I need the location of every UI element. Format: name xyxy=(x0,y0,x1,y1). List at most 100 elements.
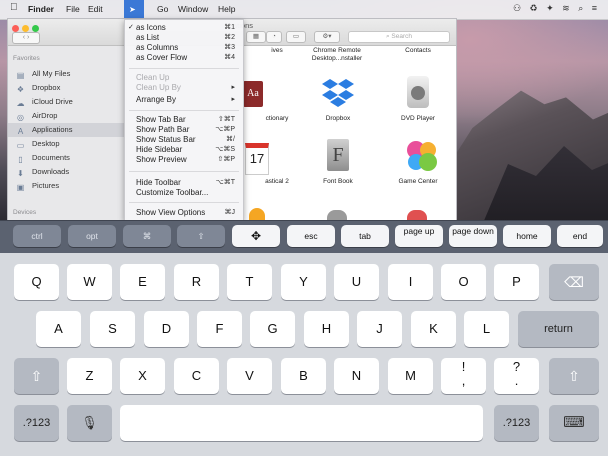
status-icons[interactable]: ⚇ ♻ ✦ ≋ ⌕ ≡ xyxy=(513,3,600,14)
menu-finder[interactable]: Finder xyxy=(28,4,54,14)
shift-key-right[interactable]: ⇧ xyxy=(549,358,599,394)
key-v[interactable]: V xyxy=(227,358,272,394)
command-key[interactable]: ⌘ xyxy=(123,225,171,247)
key-k[interactable]: K xyxy=(411,311,456,347)
key-c[interactable]: C xyxy=(174,358,219,394)
key-z[interactable]: Z xyxy=(67,358,112,394)
key-u[interactable]: U xyxy=(334,264,379,300)
lock-icon[interactable]: ◔ xyxy=(266,31,282,43)
checkmark-icon: ✓ xyxy=(128,24,134,31)
view-mode-icon[interactable]: ▦ xyxy=(246,31,266,43)
sidebar-item-documents[interactable]: ▯ Documents xyxy=(8,151,126,165)
key-d[interactable]: D xyxy=(144,311,189,347)
shift-toolbar-key[interactable]: ⇧ xyxy=(177,225,225,247)
page-up-key[interactable]: page up xyxy=(395,225,443,247)
menu-item-as-cover-flow[interactable]: as Cover Flow ⌘4 xyxy=(125,53,243,63)
hide-keyboard-icon[interactable]: ⌨ xyxy=(549,405,599,441)
key-g[interactable]: G xyxy=(250,311,295,347)
menu-item-hide-sidebar[interactable]: Hide Sidebar ⌥⌘S xyxy=(125,145,243,155)
sidebar-item-icloud-drive[interactable]: ☁ iCloud Drive xyxy=(8,95,126,109)
tag-icon[interactable]: ▭ xyxy=(286,31,306,43)
app-dropbox[interactable]: Dropbox xyxy=(298,115,378,123)
menu-item-arrange-by[interactable]: Arrange By ▸ xyxy=(125,95,243,105)
key-f[interactable]: F xyxy=(197,311,242,347)
key-j[interactable]: J xyxy=(357,311,402,347)
key-b[interactable]: B xyxy=(281,358,326,394)
end-key[interactable]: end xyxy=(557,225,603,247)
space-bar[interactable] xyxy=(120,405,483,441)
page-down-key[interactable]: page down xyxy=(449,225,497,247)
key-n[interactable]: N xyxy=(334,358,379,394)
calendar-icon: 17 xyxy=(245,143,269,175)
key-w[interactable]: W xyxy=(67,264,112,300)
menu-edit[interactable]: Edit xyxy=(88,4,103,14)
menu-item-show-path-bar[interactable]: Show Path Bar ⌥⌘P xyxy=(125,125,243,135)
menu-item-show-status-bar[interactable]: Show Status Bar ⌘/ xyxy=(125,135,243,145)
search-field[interactable]: ⌕ Search xyxy=(348,31,450,43)
numbers-key-right[interactable]: .?123 xyxy=(494,405,539,441)
menu-item-clean-up-by: Clean Up By ▸ xyxy=(136,83,235,92)
back-forward-buttons[interactable]: ‹ › xyxy=(12,32,40,44)
key-s[interactable]: S xyxy=(90,311,135,347)
app-game-center[interactable]: Game Center xyxy=(378,178,456,186)
ctrl-key[interactable]: ctrl xyxy=(13,225,61,247)
sidebar-item-downloads[interactable]: ⬇ Downloads xyxy=(8,165,126,179)
menu-item-as-list[interactable]: as List ⌘2 xyxy=(125,33,243,43)
delete-key[interactable]: ⌫ xyxy=(549,264,599,300)
key-r[interactable]: R xyxy=(174,264,219,300)
key-q[interactable]: Q xyxy=(14,264,59,300)
dropbox-app-icon xyxy=(321,77,355,109)
menu-item-show-preview[interactable]: Show Preview ⇧⌘P xyxy=(125,155,243,165)
key-m[interactable]: M xyxy=(388,358,433,394)
menu-window[interactable]: Window xyxy=(178,4,208,14)
sidebar-item-airdrop[interactable]: ◎ AirDrop xyxy=(8,109,126,123)
key-question-period[interactable]: ? . xyxy=(494,358,539,394)
sidebar-item-dropbox[interactable]: ❖ Dropbox xyxy=(8,81,126,95)
opt-key[interactable]: opt xyxy=(68,225,116,247)
numbers-key-left[interactable]: .?123 xyxy=(14,405,59,441)
key-h[interactable]: H xyxy=(304,311,349,347)
arrow-keys-icon[interactable]: ✥ xyxy=(232,225,280,247)
return-key[interactable]: return xyxy=(518,311,599,347)
sidebar-item-all-my-files[interactable]: ▤ All My Files xyxy=(8,67,126,81)
menu-go[interactable]: Go xyxy=(157,4,168,14)
menu-item-customize-toolbar[interactable]: Customize Toolbar... xyxy=(125,188,243,198)
app-dvd-player[interactable]: DVD Player xyxy=(378,115,456,123)
microphone-icon[interactable]: 🎙 xyxy=(67,405,112,441)
app-font-book[interactable]: Font Book xyxy=(298,178,378,186)
menu-help[interactable]: Help xyxy=(218,4,235,14)
apple-menu-icon[interactable]:  xyxy=(10,2,18,13)
key-a[interactable]: A xyxy=(36,311,81,347)
menu-item-as-columns[interactable]: as Columns ⌘3 xyxy=(125,43,243,53)
menu-item-as-icons[interactable]: ✓ as Icons ⌘1 xyxy=(125,23,243,33)
key-y[interactable]: Y xyxy=(281,264,326,300)
menu-file[interactable]: File xyxy=(66,4,80,14)
key-e[interactable]: E xyxy=(120,264,165,300)
esc-key[interactable]: esc xyxy=(287,225,335,247)
key-l[interactable]: L xyxy=(464,311,509,347)
home-key[interactable]: home xyxy=(503,225,551,247)
shift-key-left[interactable]: ⇧ xyxy=(14,358,59,394)
app-chrome-remote-desktop[interactable]: Chrome Remote Desktop...nstaller xyxy=(295,47,379,63)
key-t[interactable]: T xyxy=(227,264,272,300)
sidebar-item-desktop[interactable]: ▭ Desktop xyxy=(8,137,126,151)
tab-key[interactable]: tab xyxy=(341,225,389,247)
menu-item-hide-toolbar[interactable]: Hide Toolbar ⌥⌘T xyxy=(125,178,243,188)
key-o[interactable]: O xyxy=(441,264,486,300)
dvd-player-icon xyxy=(407,76,429,108)
zoom-button[interactable] xyxy=(32,25,39,32)
minimize-button[interactable] xyxy=(22,25,29,32)
sidebar-item-applications[interactable]: A Applications xyxy=(8,123,126,137)
close-button[interactable] xyxy=(12,25,19,32)
menu-separator xyxy=(129,68,239,69)
action-menu-icon[interactable]: ⚙▾ xyxy=(314,31,340,43)
menu-view[interactable]: ➤ xyxy=(124,0,144,19)
key-i[interactable]: I xyxy=(388,264,433,300)
menu-item-show-view-options[interactable]: Show View Options ⌘J xyxy=(125,208,243,218)
app-contacts[interactable]: Contacts xyxy=(378,47,456,55)
key-exclaim-comma[interactable]: ! , xyxy=(441,358,486,394)
key-x[interactable]: X xyxy=(120,358,165,394)
sidebar-item-pictures[interactable]: ▣ Pictures xyxy=(8,179,126,193)
menu-item-show-tab-bar[interactable]: Show Tab Bar ⇧⌘T xyxy=(125,115,243,125)
key-p[interactable]: P xyxy=(494,264,539,300)
